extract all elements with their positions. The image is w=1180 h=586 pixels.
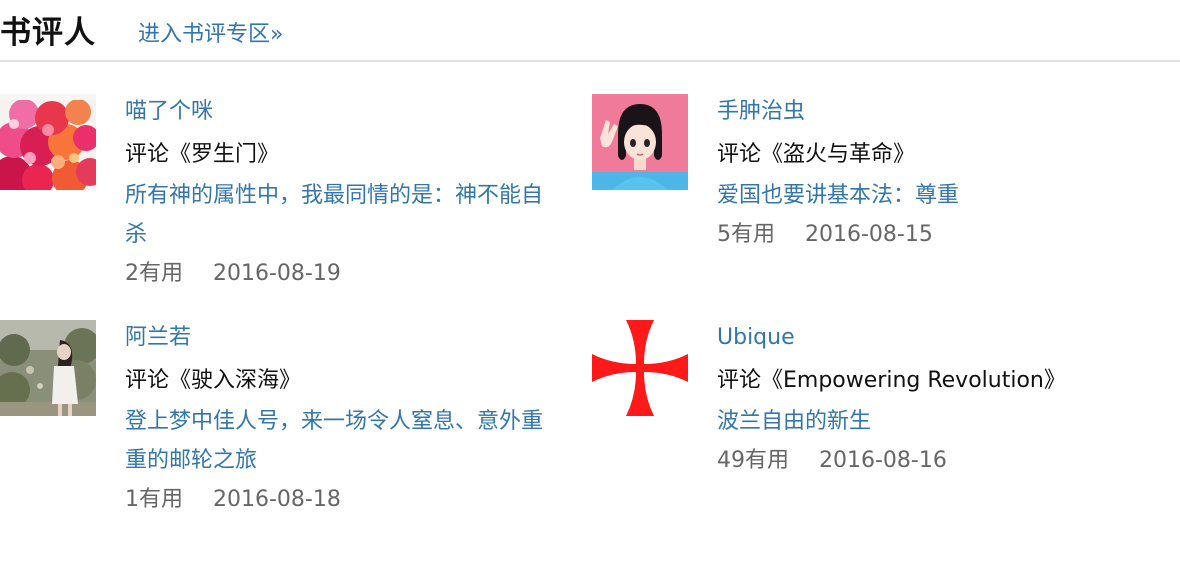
reviewed-book: 评论《驶入深海》 <box>125 368 302 393</box>
review-date: 2016-08-15 <box>805 222 933 247</box>
useful-count: 49有用 <box>717 448 789 473</box>
review-meta: 5有用 2016-08-15 <box>717 215 1147 255</box>
bouquet-photo-avatar[interactable] <box>0 94 96 190</box>
section-title: 书评人 <box>0 15 96 51</box>
review-date: 2016-08-19 <box>213 261 341 286</box>
woman-in-garden-avatar[interactable] <box>0 320 96 416</box>
reviewer-name[interactable]: 喵了个咪 <box>125 94 555 134</box>
review-title-link[interactable]: 波兰自由的新生 <box>717 402 1137 441</box>
red-cross-avatar[interactable] <box>592 320 688 416</box>
anime-girl-avatar[interactable] <box>592 94 688 190</box>
enter-review-zone-link[interactable]: 进入书评专区» <box>138 16 283 48</box>
reviewed-book: 评论《Empowering Revolution》 <box>717 368 1066 393</box>
section-header: 书评人 进入书评专区» <box>0 0 1180 62</box>
review-meta: 49有用 2016-08-16 <box>717 441 1147 481</box>
reviewer-name[interactable]: Ubique <box>717 320 1147 360</box>
review-title-link[interactable]: 登上梦中佳人号，来一场令人窒息、意外重重的邮轮之旅 <box>125 402 545 480</box>
review-title-link[interactable]: 爱国也要讲基本法：尊重 <box>717 176 1137 215</box>
reviewer-name[interactable]: 阿兰若 <box>125 320 555 360</box>
reviewed-book: 评论《罗生门》 <box>125 142 280 167</box>
review-title-link[interactable]: 所有神的属性中，我最同情的是：神不能自杀 <box>125 176 545 254</box>
review-date: 2016-08-16 <box>819 448 947 473</box>
reviewer-name[interactable]: 手肿治虫 <box>717 94 1147 134</box>
review-meta: 2有用 2016-08-19 <box>125 254 555 294</box>
review-meta: 1有用 2016-08-18 <box>125 480 555 520</box>
review-date: 2016-08-18 <box>213 487 341 512</box>
useful-count: 1有用 <box>125 487 183 512</box>
useful-count: 2有用 <box>125 261 183 286</box>
reviewed-book: 评论《盗火与革命》 <box>717 142 916 167</box>
useful-count: 5有用 <box>717 222 775 247</box>
